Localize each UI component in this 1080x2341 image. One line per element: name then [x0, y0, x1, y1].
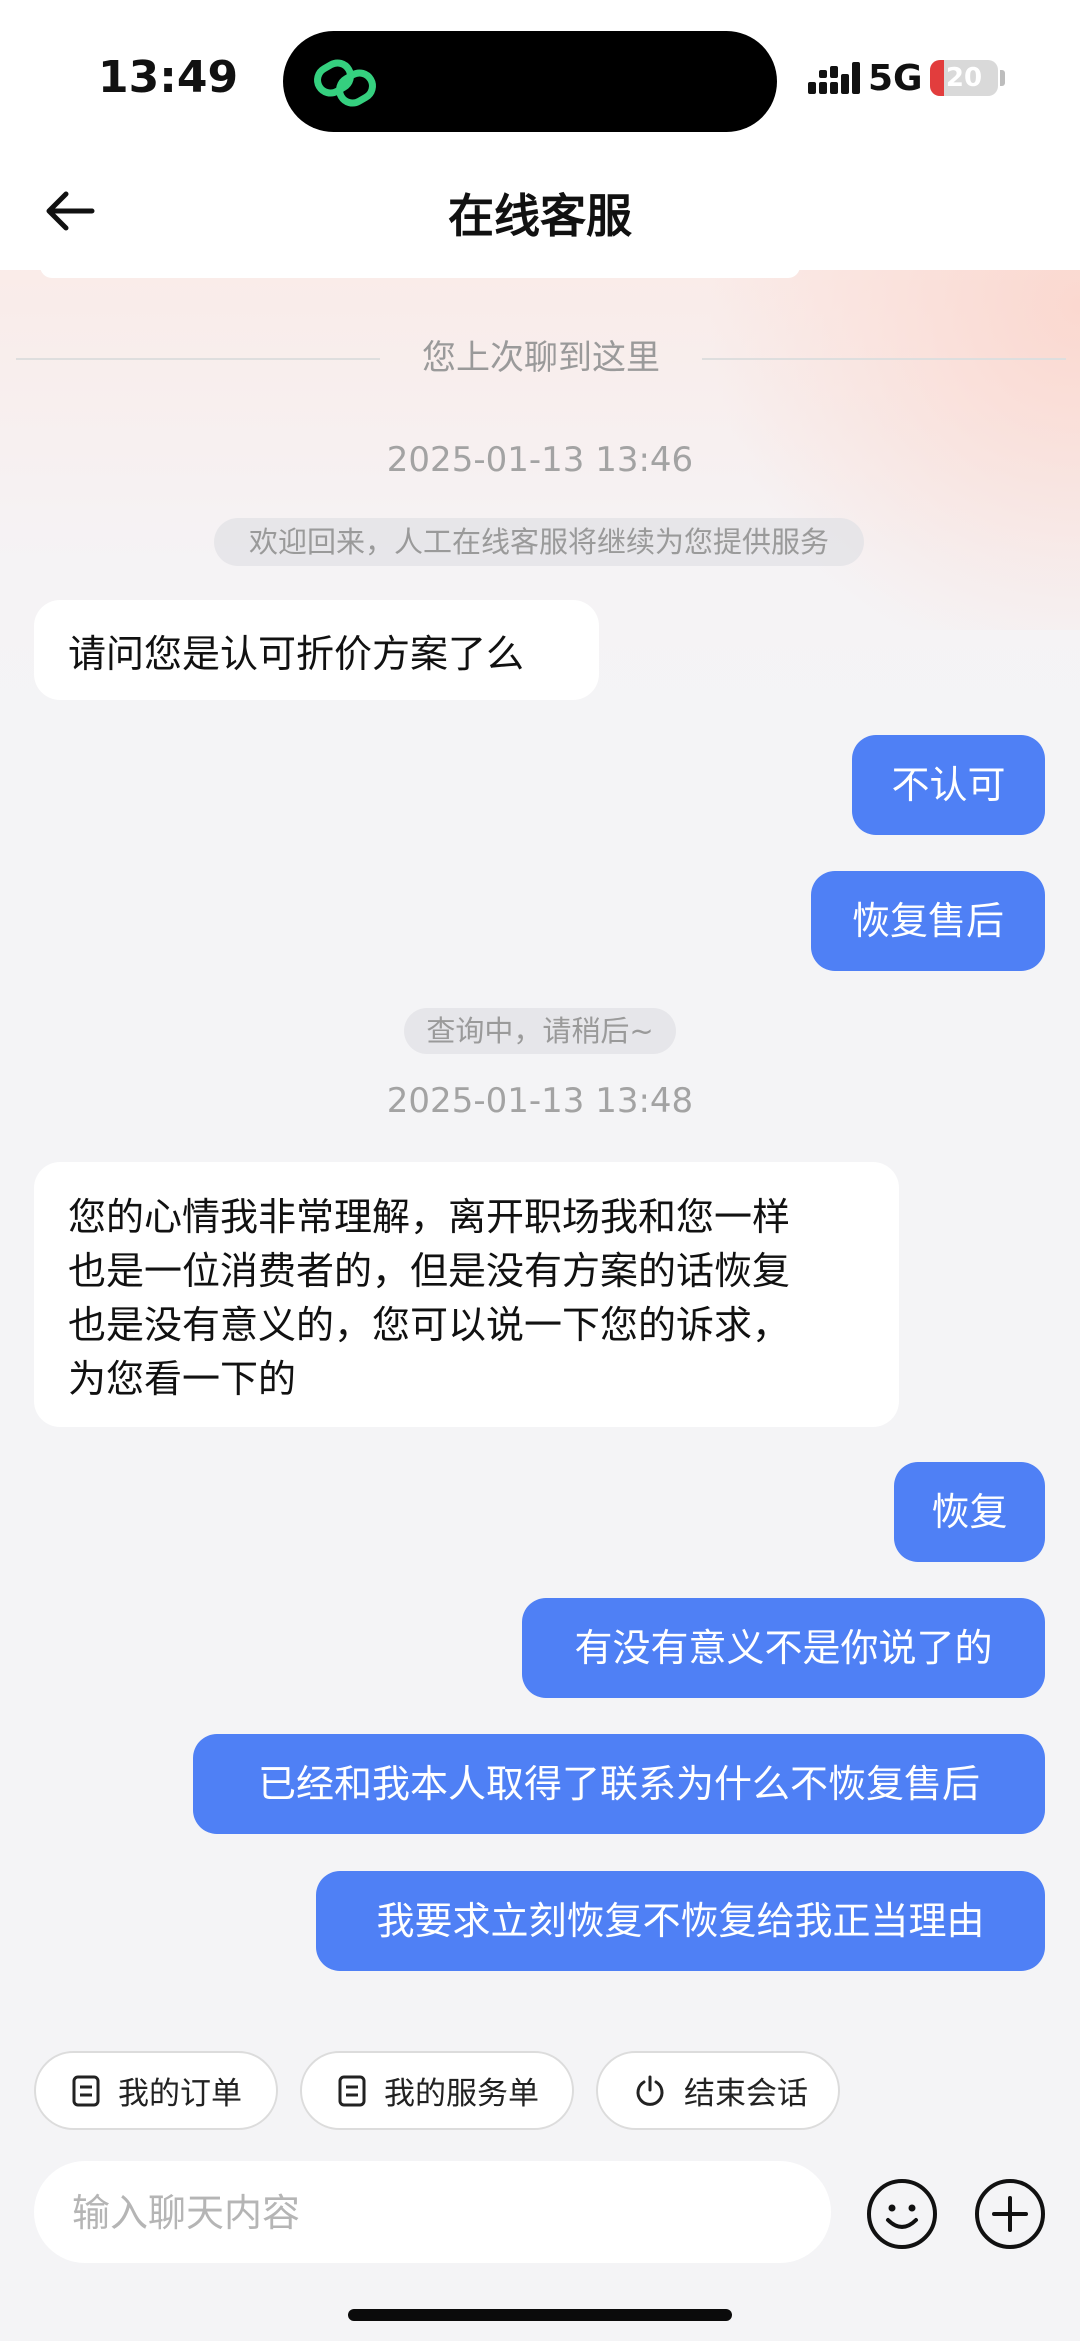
my-service-orders-label: 我的服务单 — [384, 2076, 539, 2112]
dynamic-island — [283, 31, 777, 132]
network-type: 5G — [868, 58, 923, 99]
my-service-orders-button[interactable]: 我的服务单 — [300, 2051, 574, 2130]
user-message: 有没有意义不是你说了的 — [522, 1598, 1045, 1698]
status-time: 13:49 — [98, 52, 239, 103]
header-tail — [40, 266, 800, 278]
agent-message: 您的心情我非常理解，离开职场我和您一样 也是一位消费者的，但是没有方案的话恢复 … — [34, 1162, 899, 1427]
agent-message-line: 为您看一下的 — [68, 1357, 297, 1401]
agent-message-line: 您的心情我非常理解，离开职场我和您一样 — [68, 1195, 791, 1239]
page-title: 在线客服 — [448, 189, 632, 243]
user-message: 恢复 — [894, 1462, 1045, 1562]
battery-level: 20 — [945, 63, 983, 93]
chat-input[interactable] — [70, 2161, 794, 2265]
end-session-label: 结束会话 — [684, 2076, 808, 2112]
my-orders-label: 我的订单 — [118, 2076, 242, 2112]
user-message: 我要求立刻恢复不恢复给我正当理由 — [316, 1871, 1045, 1971]
link-app-icon — [314, 59, 376, 107]
document-icon — [338, 2075, 366, 2106]
header: 在线客服 — [0, 150, 1080, 270]
separator-line-right — [702, 358, 1066, 360]
agent-message-line: 也是一位消费者的，但是没有方案的话恢复 — [68, 1249, 791, 1293]
system-notice: 查询中，请稍后~ — [404, 1008, 676, 1054]
user-message: 已经和我本人取得了联系为什么不恢复售后 — [193, 1734, 1045, 1834]
user-message: 恢复售后 — [811, 871, 1045, 971]
plus-icon[interactable] — [974, 2178, 1046, 2250]
signal-icon — [808, 62, 860, 94]
emoji-icon[interactable] — [866, 2178, 938, 2250]
battery-icon: 20 — [930, 60, 998, 96]
user-message: 不认可 — [852, 735, 1045, 835]
history-separator: 您上次聊到这里 — [16, 335, 1066, 381]
power-icon — [636, 2075, 664, 2106]
battery-cap — [1000, 70, 1005, 86]
system-notice: 欢迎回来，人工在线客服将继续为您提供服务 — [214, 518, 864, 566]
chat-input-container — [34, 2161, 831, 2265]
home-indicator — [348, 2309, 732, 2321]
agent-message-line: 也是没有意义的，您可以说一下您的诉求， — [68, 1303, 791, 1347]
end-session-button[interactable]: 结束会话 — [596, 2051, 840, 2130]
message-timestamp: 2025-01-13 13:46 — [386, 440, 694, 480]
document-icon — [72, 2075, 100, 2106]
status-bar: 13:49 5G 20 — [0, 0, 1080, 150]
agent-message: 请问您是认可折价方案了么 — [34, 600, 599, 700]
my-orders-button[interactable]: 我的订单 — [34, 2051, 278, 2130]
message-timestamp: 2025-01-13 13:48 — [386, 1081, 694, 1121]
